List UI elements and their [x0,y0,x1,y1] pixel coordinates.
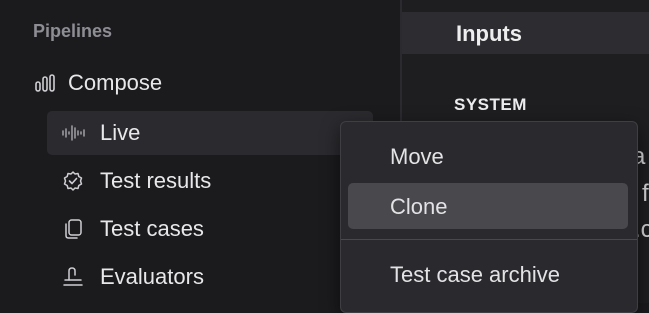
check-badge-icon [61,170,85,192]
scale-icon [61,266,85,288]
copy-icon [61,218,85,240]
menu-item-move-label: Move [390,144,444,169]
nav-item-test-results-label: Test results [100,168,212,193]
nav-item-test-results[interactable]: Test results [47,159,373,203]
system-text-fragment: f [642,180,649,207]
nav-item-evaluators[interactable]: Evaluators [47,255,373,299]
nav-item-live[interactable]: Live [47,111,373,155]
bar-chart-icon [33,74,57,92]
nav-item-evaluators-label: Evaluators [100,264,204,289]
nav-item-compose[interactable]: Compose [33,68,162,98]
section-title-pipelines: Pipelines [33,21,113,41]
nav-item-compose-label: Compose [68,70,163,95]
menu-item-move[interactable]: Move [348,133,628,179]
menu-item-test-case-archive-label: Test case archive [390,262,560,287]
menu-item-test-case-archive[interactable]: Test case archive [348,251,628,297]
menu-item-clone-label: Clone [390,194,448,219]
menu-divider [341,239,637,240]
nav-item-test-cases[interactable]: Test cases [47,207,373,251]
context-menu: Move Clone Test case archive [340,121,638,313]
inputs-title: Inputs [456,21,522,46]
nav-item-live-label: Live [100,120,141,145]
inputs-header: Inputs [402,12,649,54]
nav-item-test-cases-label: Test cases [100,216,204,241]
waveform-icon [61,125,85,141]
menu-item-clone[interactable]: Clone [348,183,628,229]
system-section-label: SYSTEM [454,95,527,114]
